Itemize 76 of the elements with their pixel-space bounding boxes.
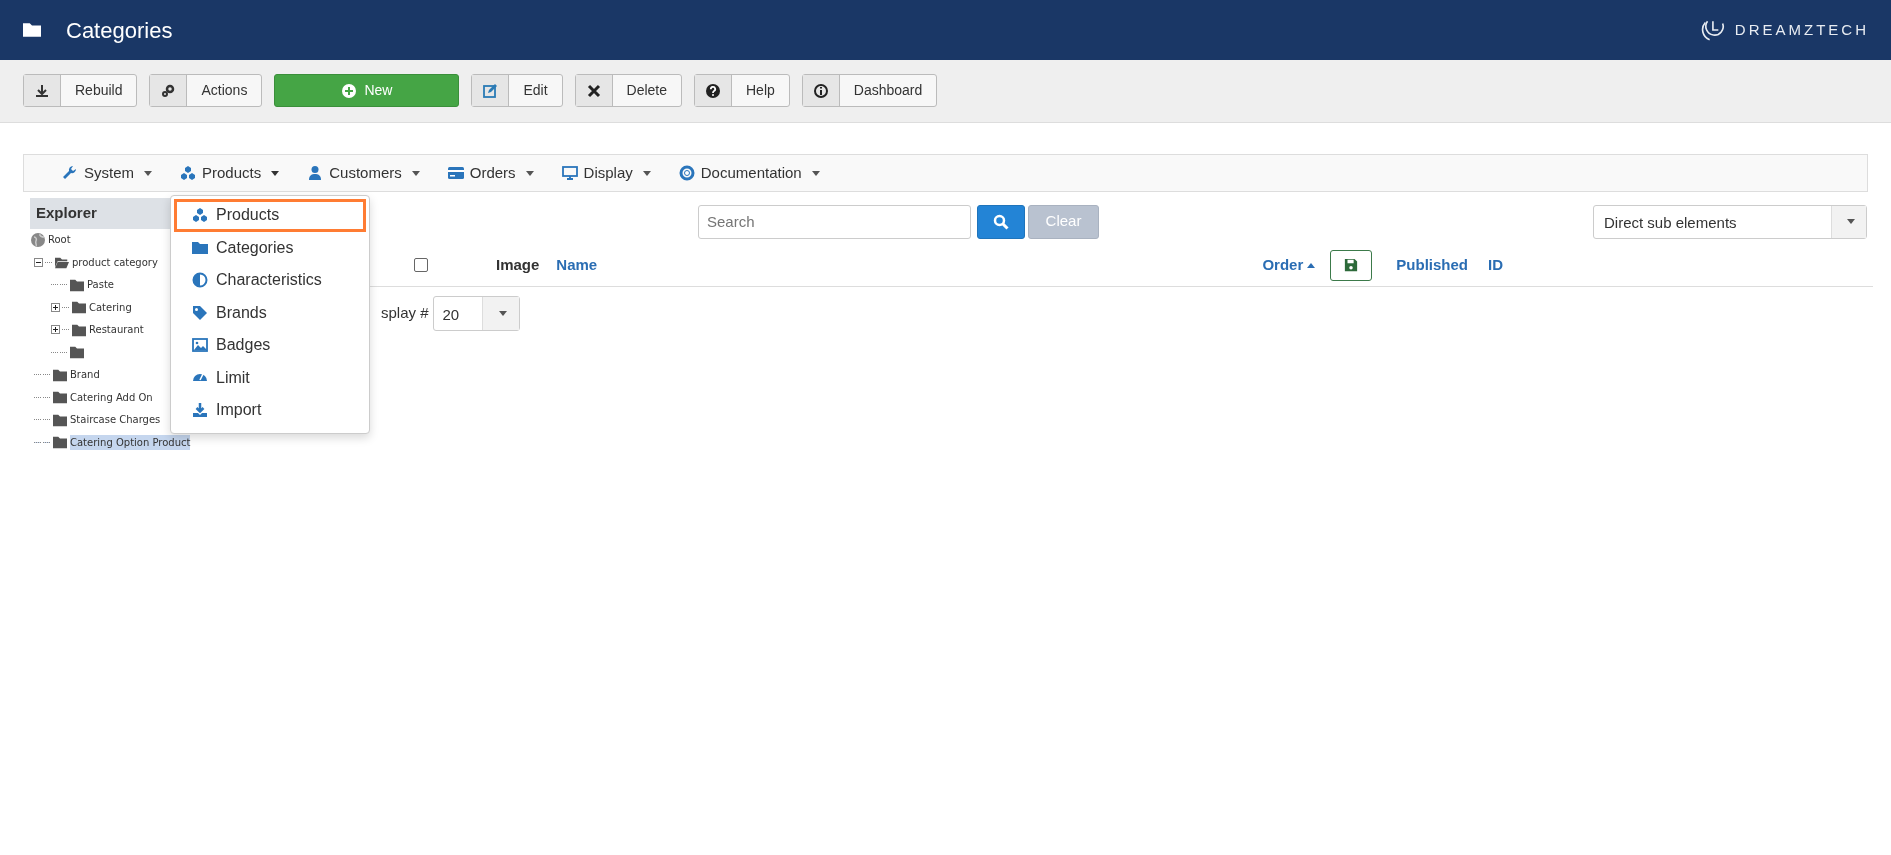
tree-toggle-icon[interactable] — [34, 257, 43, 267]
folder-icon — [52, 367, 68, 382]
folder-icon — [52, 412, 68, 427]
cubes-icon — [180, 165, 196, 181]
menu-item[interactable]: Customers — [295, 155, 432, 191]
user-icon — [307, 165, 324, 181]
dropdown-item[interactable]: Products — [174, 199, 366, 232]
search-field[interactable]: Search — [698, 204, 971, 239]
cubes-icon — [192, 207, 208, 224]
column-header[interactable]: Published — [1396, 253, 1468, 277]
page-title: Categories — [66, 16, 173, 45]
globe-icon — [30, 231, 46, 248]
tree-toggle-icon[interactable] — [51, 302, 60, 312]
lifebuoy-icon — [678, 165, 695, 181]
column-header[interactable]: ID — [1488, 253, 1503, 277]
wrench-icon — [62, 165, 78, 181]
folder-icon — [71, 300, 87, 315]
toolbar-button[interactable]: Dashboard — [801, 74, 938, 107]
folder-icon — [22, 21, 42, 39]
folder-icon — [69, 277, 85, 292]
gauge-icon — [192, 373, 208, 383]
tree-item[interactable]: product category — [72, 254, 158, 270]
tree-item[interactable]: Catering Add On — [70, 389, 153, 405]
tree-toggle-icon[interactable] — [51, 325, 60, 335]
close-icon — [585, 82, 602, 99]
tree-item[interactable]: Staircase Charges — [70, 412, 161, 428]
column-header[interactable]: Order — [1262, 253, 1316, 277]
info-icon — [812, 82, 829, 99]
tree-item[interactable]: Brand — [70, 367, 100, 383]
folder-icon — [52, 435, 68, 450]
gears-icon — [160, 82, 177, 99]
column-header[interactable]: Name — [556, 253, 598, 277]
scope-select[interactable]: Direct sub elements — [1593, 204, 1867, 239]
menu-item[interactable]: Documentation — [666, 155, 832, 191]
dropdown-item[interactable]: Brands — [174, 296, 366, 329]
dropdown-item[interactable]: Badges — [174, 329, 366, 362]
plus-circle-icon — [341, 82, 358, 99]
menu-item[interactable]: System — [50, 155, 164, 191]
menu-item[interactable]: Orders — [435, 155, 546, 191]
dropdown-item[interactable]: Import — [174, 394, 366, 427]
toolbar-button[interactable]: Edit — [471, 74, 563, 107]
toolbar-button[interactable]: Help — [694, 74, 790, 107]
dropdown-item[interactable]: Characteristics — [174, 264, 366, 297]
image-icon — [192, 337, 208, 354]
tree-item[interactable]: Catering Option Product — [70, 434, 191, 450]
folder-icon — [52, 390, 68, 405]
edit-icon — [482, 82, 499, 99]
help-icon — [705, 82, 721, 99]
half-circle-icon — [192, 272, 208, 289]
monitor-icon — [561, 165, 578, 181]
tree-item[interactable]: Catering — [89, 299, 132, 315]
credit-card-icon — [447, 165, 464, 181]
search-icon — [993, 214, 1009, 231]
dropdown-item[interactable]: Limit — [174, 361, 366, 394]
dropdown-item[interactable]: Categories — [174, 231, 366, 264]
open-folder-icon — [54, 255, 70, 270]
download-icon — [192, 402, 208, 419]
tree-item[interactable]: Paste — [87, 277, 114, 293]
display-count-label: splay # — [381, 303, 429, 324]
tree-item[interactable]: Restaurant — [89, 322, 144, 338]
download-icon — [34, 82, 50, 99]
toolbar-button[interactable]: Rebuild — [23, 74, 138, 107]
tag-icon — [192, 304, 208, 321]
column-header: Image — [496, 254, 540, 275]
logo-text: DREAMZTECH — [1734, 19, 1869, 40]
menu-item[interactable]: Products — [168, 155, 292, 191]
display-count-select[interactable]: 20 — [432, 296, 520, 331]
folder-icon — [192, 239, 208, 256]
search-button[interactable] — [977, 204, 1025, 239]
toolbar-button[interactable]: Delete — [574, 74, 682, 107]
tree-root[interactable]: Root — [48, 232, 71, 248]
select-all-checkbox[interactable] — [414, 258, 428, 272]
save-order-button[interactable] — [1330, 249, 1373, 281]
menu-item[interactable]: Display — [549, 155, 663, 191]
folder-icon — [71, 322, 87, 337]
toolbar-button[interactable]: Actions — [149, 74, 263, 107]
